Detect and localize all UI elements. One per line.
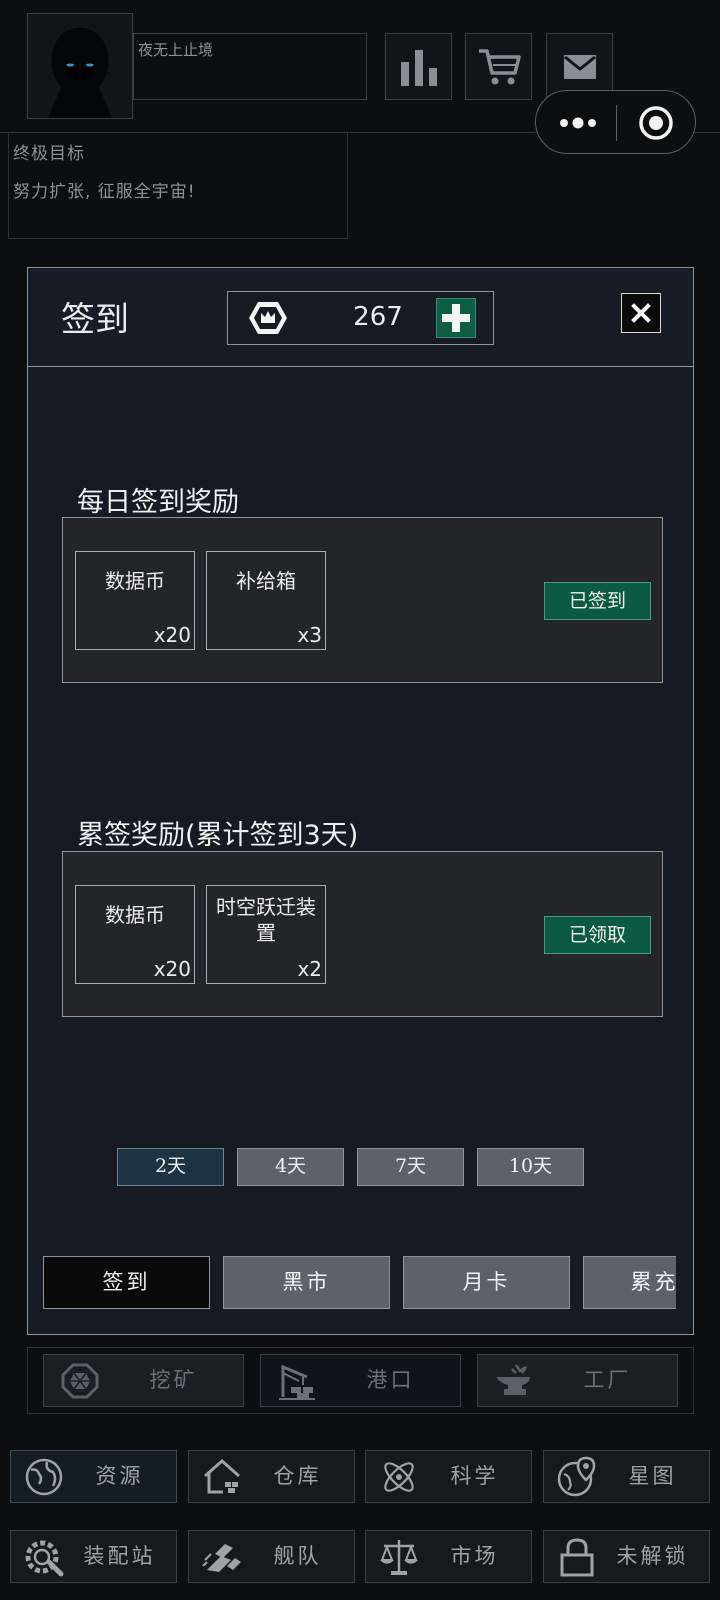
subnav-label: 挖矿 xyxy=(149,1368,198,1392)
nav-label: 市场 xyxy=(450,1544,499,1568)
subnav-port[interactable]: 港口 xyxy=(260,1354,461,1407)
subnav-label: 港口 xyxy=(366,1368,415,1392)
mining-gem-icon xyxy=(61,1363,99,1399)
port-crane-icon xyxy=(279,1364,315,1400)
nav-label: 舰队 xyxy=(273,1544,322,1568)
subnav-factory[interactable]: 工厂 xyxy=(477,1354,678,1407)
tab-recharge-reward[interactable]: 累充奖 xyxy=(583,1256,676,1309)
scales-icon xyxy=(380,1540,418,1575)
globe-icon xyxy=(25,1458,63,1496)
star-map-icon xyxy=(557,1456,596,1497)
wrench-gear-icon xyxy=(25,1540,64,1577)
nav-assembly-station[interactable]: 装配站 xyxy=(10,1530,177,1583)
nav-label: 科学 xyxy=(450,1464,499,1488)
capsule-separator xyxy=(616,105,617,141)
nav-label: 装配站 xyxy=(83,1544,156,1568)
goal-title: 终极目标 xyxy=(13,144,85,164)
checkin-panel: 签到 267 每日签到奖励 数据币 x20 补给箱 x3 已签到 累签奖励(累计… xyxy=(27,267,694,1335)
nav-resources[interactable]: 资源 xyxy=(10,1450,177,1503)
stats-button[interactable] xyxy=(385,33,452,100)
nav-science[interactable]: 科学 xyxy=(365,1450,532,1503)
atom-icon xyxy=(384,1462,414,1492)
tab-monthly-card[interactable]: 月卡 xyxy=(403,1256,570,1309)
nav-warehouse[interactable]: 仓库 xyxy=(188,1450,355,1503)
mini-program-capsule xyxy=(535,90,696,154)
target-circle-icon[interactable] xyxy=(638,105,674,141)
avatar[interactable] xyxy=(27,13,133,119)
nav-star-map[interactable]: 星图 xyxy=(543,1450,710,1503)
subnav-mining[interactable]: 挖矿 xyxy=(43,1354,244,1407)
nav-label: 资源 xyxy=(95,1464,144,1488)
warehouse-icon xyxy=(204,1458,240,1494)
fleet-icon xyxy=(202,1544,241,1572)
ultimate-goal-box: 终极目标 努力扩张, 征服全宇宙! xyxy=(8,132,348,239)
tab-checkin[interactable]: 签到 xyxy=(43,1256,210,1309)
player-name-box: 夜无上止境 xyxy=(133,33,367,100)
subnav-label: 工厂 xyxy=(583,1368,632,1392)
nav-market[interactable]: 市场 xyxy=(365,1530,532,1583)
shop-tabs-scroller[interactable]: 签到 黑市 月卡 累充奖 xyxy=(28,268,676,1336)
goal-description: 努力扩张, 征服全宇宙! xyxy=(13,182,196,202)
player-name: 夜无上止境 xyxy=(138,41,214,59)
mail-icon xyxy=(563,54,596,79)
cart-icon xyxy=(478,48,521,84)
nav-fleet[interactable]: 舰队 xyxy=(188,1530,355,1583)
nav-locked[interactable]: 未解锁 xyxy=(543,1530,710,1583)
nav-label: 仓库 xyxy=(273,1464,322,1488)
lock-icon xyxy=(560,1538,594,1577)
nav-label: 未解锁 xyxy=(616,1544,689,1568)
sub-navigation: 挖矿 港口 工厂 xyxy=(27,1347,694,1414)
stats-bar-icon xyxy=(400,49,437,86)
more-dots-icon[interactable] xyxy=(558,113,598,133)
tab-black-market[interactable]: 黑市 xyxy=(223,1256,390,1309)
nav-label: 星图 xyxy=(628,1464,677,1488)
hooded-figure-avatar xyxy=(28,14,132,118)
anvil-factory-icon xyxy=(496,1364,530,1395)
shop-cart-button[interactable] xyxy=(465,33,532,100)
